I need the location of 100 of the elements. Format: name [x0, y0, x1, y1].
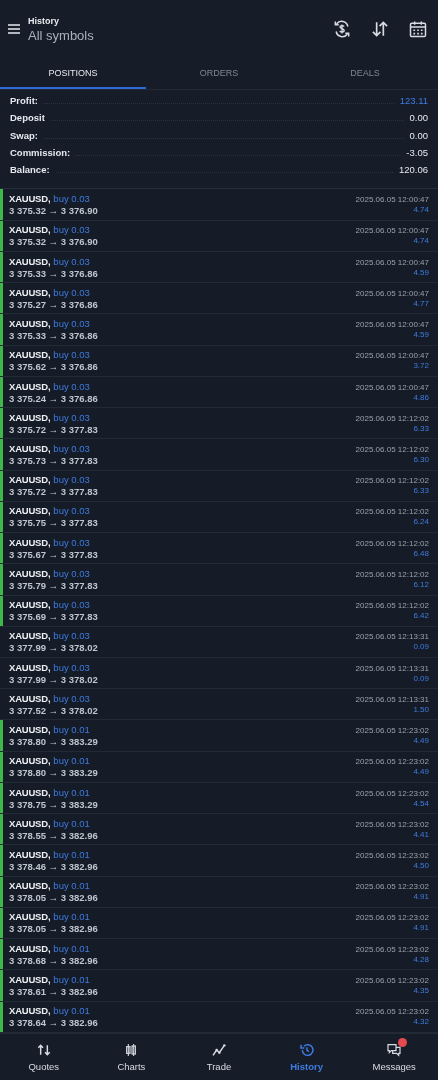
price-range: 3 375.72 → 3 377.83: [9, 423, 98, 435]
symbol-label: XAUUSD,: [9, 224, 51, 236]
symbol-label: XAUUSD,: [9, 973, 51, 985]
trade-time: 2025.06.05 12:23:02: [355, 1007, 429, 1017]
sort-button[interactable]: [370, 19, 390, 39]
trade-time: 2025.06.05 12:23:02: [355, 944, 429, 954]
price-range: 3 377.99 → 3 378.02: [9, 642, 98, 654]
summary-value: 0.00: [409, 129, 428, 141]
summary-label: Profit:: [10, 95, 38, 106]
trade-time: 2025.06.05 12:12:02: [355, 413, 429, 423]
summary-label: Swap:: [10, 129, 38, 141]
trade-time: 2025.06.05 12:00:47: [355, 382, 429, 392]
price-range: 3 375.67 → 3 377.83: [9, 548, 98, 560]
price-range: 3 378.05 → 3 382.96: [9, 892, 98, 904]
trade-time: 2025.06.05 12:12:02: [355, 538, 429, 548]
symbol-label: XAUUSD,: [9, 567, 51, 579]
dollar-refresh-icon: [332, 19, 352, 39]
trade-time: 2025.06.05 12:13:31: [355, 632, 429, 642]
trade-profit: 1.50: [413, 704, 429, 714]
nav-tab[interactable]: Messages: [350, 1034, 438, 1080]
trade-profit: 0.09: [413, 673, 429, 683]
trade-profit: 6.24: [413, 517, 429, 527]
line-chart-icon: [211, 1042, 227, 1058]
trade-profit: 4.86: [413, 392, 429, 402]
trade-profit: 4.49: [413, 767, 429, 777]
summary-label: Deposit: [10, 112, 45, 124]
trade-time: 2025.06.05 12:12:02: [355, 507, 429, 517]
symbol-label: XAUUSD,: [9, 911, 51, 923]
trade-side: buy 0.01: [53, 942, 90, 954]
symbol-label: XAUUSD,: [9, 349, 51, 361]
price-range: 3 378.61 → 3 382.96: [9, 985, 98, 997]
trade-time: 2025.06.05 12:23:02: [355, 788, 429, 798]
screen-title: History: [28, 15, 60, 26]
trade-time: 2025.06.05 12:23:02: [355, 882, 429, 892]
trade-profit: 4.28: [413, 954, 429, 964]
trade-profit: 6.30: [413, 454, 429, 464]
trade-time: 2025.06.05 12:00:47: [355, 320, 429, 330]
trade-time: 2025.06.05 12:12:02: [355, 601, 429, 611]
calendar-button[interactable]: [408, 19, 428, 39]
trade-profit: 4.54: [413, 798, 429, 808]
nav-tab[interactable]: History: [262, 1034, 351, 1080]
trade-time: 2025.06.05 12:23:02: [355, 851, 429, 860]
trade-side: buy 0.01: [53, 1005, 90, 1017]
tab[interactable]: DEALS: [292, 58, 438, 89]
symbol-label: XAUUSD,: [9, 692, 51, 704]
price-range: 3 375.75 → 3 377.83: [9, 517, 98, 529]
trade-side: buy 0.03: [53, 411, 90, 423]
price-range: 3 375.32 → 3 376.90: [9, 205, 98, 217]
trade-side: buy 0.03: [53, 474, 90, 486]
price-range: 3 377.52 → 3 378.02: [9, 704, 98, 716]
price-range: 3 375.33 → 3 376.86: [9, 330, 98, 342]
trade-time: 2025.06.05 12:12:02: [355, 476, 429, 486]
price-range: 3 375.72 → 3 377.83: [9, 486, 98, 498]
trade-side: buy 0.03: [53, 224, 90, 236]
trade-side: buy 0.03: [53, 255, 90, 267]
trade-side: buy 0.03: [53, 349, 90, 361]
trade-profit: 6.33: [413, 423, 429, 433]
menu-button[interactable]: [6, 21, 22, 37]
trade-side: buy 0.03: [53, 630, 90, 642]
trade-side: buy 0.03: [53, 661, 90, 673]
price-range: 3 375.73 → 3 377.83: [9, 454, 98, 466]
trade-time: 2025.06.05 12:00:47: [355, 257, 429, 267]
trade-profit: 4.59: [413, 267, 429, 277]
trade-side: buy 0.03: [53, 318, 90, 330]
symbol-label: XAUUSD,: [9, 442, 51, 454]
symbol-label: XAUUSD,: [9, 505, 51, 517]
price-range: 3 375.27 → 3 376.86: [9, 298, 98, 310]
trade-side: buy 0.03: [53, 442, 90, 454]
trade-profit: 0.09: [413, 642, 429, 652]
trade-profit: 4.35: [413, 985, 429, 995]
symbol-filter[interactable]: All symbols: [28, 27, 332, 43]
trade-time: 2025.06.05 12:13:31: [355, 694, 429, 704]
price-range: 3 377.99 → 3 378.02: [9, 673, 98, 685]
trade-profit: 4.74: [413, 205, 429, 215]
currency-refresh-button[interactable]: [332, 19, 352, 39]
trade-time: 2025.06.05 12:13:31: [355, 663, 429, 673]
trade-side: buy 0.01: [53, 755, 90, 767]
summary-value: 120.06: [398, 164, 428, 176]
nav-tab[interactable]: Quotes: [0, 1034, 88, 1080]
trade-profit: 4.77: [413, 298, 429, 308]
summary-value: 123.11: [399, 95, 428, 106]
trade-time: 2025.06.05 12:23:02: [355, 726, 429, 736]
trade-time: 2025.06.05 12:23:02: [355, 819, 429, 829]
trade-side: buy 0.03: [53, 536, 90, 548]
symbol-label: XAUUSD,: [9, 880, 51, 892]
nav-tab[interactable]: Charts: [87, 1034, 176, 1080]
trade-profit: 6.48: [413, 548, 429, 558]
tab[interactable]: ORDERS: [146, 58, 292, 89]
price-range: 3 375.69 → 3 377.83: [9, 611, 98, 623]
trade-side: buy 0.01: [53, 973, 90, 985]
summary-label: Commission:: [10, 146, 71, 158]
symbol-label: XAUUSD,: [9, 942, 51, 954]
trade-time: 2025.06.05 12:00:47: [355, 351, 429, 361]
trade-profit: 4.41: [413, 829, 429, 839]
nav-tab[interactable]: Trade: [175, 1034, 263, 1080]
trade-side: buy 0.03: [53, 193, 90, 205]
price-range: 3 378.75 → 3 383.29: [9, 798, 98, 810]
trade-side: buy 0.01: [53, 849, 90, 860]
trade-time: 2025.06.05 12:00:47: [355, 195, 429, 205]
trade-profit: 6.33: [413, 486, 429, 496]
